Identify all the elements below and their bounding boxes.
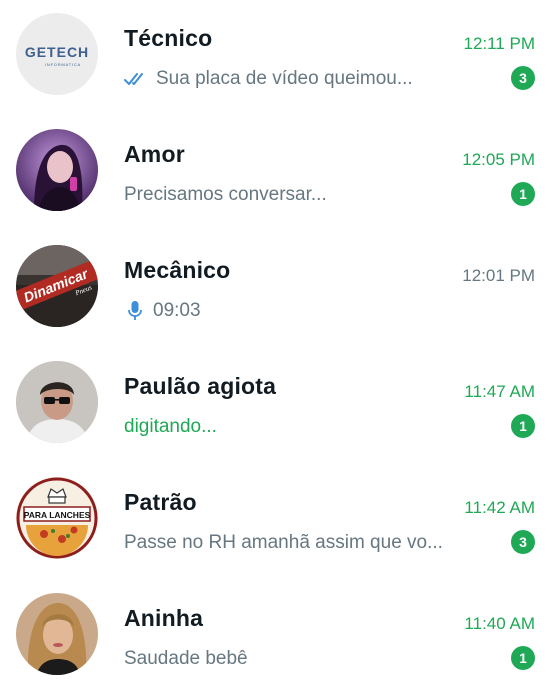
- avatar[interactable]: [16, 593, 98, 675]
- chat-row-aninha[interactable]: Aninha 11:40 AM Saudade bebê 1: [0, 580, 556, 696]
- unread-badge: 1: [511, 414, 535, 438]
- getech-logo: GETECH INFORMATICA: [16, 13, 98, 95]
- svg-text:PARA LANCHES: PARA LANCHES: [24, 510, 91, 520]
- chat-preview: Sua placa de vídeo queimou...: [156, 68, 413, 89]
- double-check-icon: [124, 73, 143, 85]
- chat-row-patrao[interactable]: PARA LANCHES Patrão 11:42 AM Passe no RH…: [0, 464, 556, 580]
- preview-line: Passe no RH amanhã assim que vo...: [124, 529, 496, 557]
- chat-row-amor[interactable]: Amor 12:05 PM Precisamos conversar... 1: [0, 116, 556, 232]
- preview-line: 09:03: [124, 297, 496, 325]
- avatar-photo: Dinamicar Pneus: [16, 245, 98, 327]
- chat-time: 11:40 AM: [464, 614, 535, 633]
- chat-time: 11:42 AM: [464, 498, 535, 517]
- unread-badge: 3: [511, 66, 535, 90]
- avatar[interactable]: GETECH INFORMATICA: [16, 13, 98, 95]
- avatar-photo: [16, 593, 98, 675]
- avatar[interactable]: [16, 361, 98, 443]
- para-lanches-logo: PARA LANCHES: [16, 477, 98, 559]
- preview-line: Sua placa de vídeo queimou...: [124, 65, 496, 93]
- chat-preview: Precisamos conversar...: [124, 184, 327, 205]
- chat-name: Aninha: [124, 605, 204, 631]
- chat-preview: 09:03: [153, 300, 201, 321]
- chat-list: GETECH INFORMATICA Técnico 12:11 PM Sua …: [0, 0, 556, 684]
- unread-badge: 3: [511, 530, 535, 554]
- chat-preview: Passe no RH amanhã assim que vo...: [124, 532, 443, 553]
- svg-text:GETECH: GETECH: [25, 44, 89, 60]
- avatar-photo: [16, 129, 98, 211]
- typing-indicator: digitando...: [124, 416, 217, 437]
- chat-row-tecnico[interactable]: GETECH INFORMATICA Técnico 12:11 PM Sua …: [0, 0, 556, 116]
- unread-badge: 1: [511, 182, 535, 206]
- avatar[interactable]: Dinamicar Pneus: [16, 245, 98, 327]
- chat-preview: Saudade bebê: [124, 648, 248, 669]
- chat-name: Amor: [124, 141, 185, 167]
- preview-line: Precisamos conversar...: [124, 181, 496, 209]
- chat-name: Paulão agiota: [124, 373, 277, 399]
- chat-name: Patrão: [124, 489, 197, 515]
- chat-time: 12:01 PM: [462, 266, 535, 285]
- chat-time: 12:11 PM: [463, 34, 535, 53]
- unread-badge: 1: [511, 646, 535, 670]
- preview-line: Saudade bebê: [124, 645, 496, 673]
- chat-name: Mecânico: [124, 257, 231, 283]
- chat-time: 12:05 PM: [462, 150, 535, 169]
- chat-name: Técnico: [124, 25, 213, 51]
- chat-row-mecanico[interactable]: Dinamicar Pneus Mecânico 12:01 PM 09:03: [0, 232, 556, 348]
- avatar[interactable]: PARA LANCHES: [16, 477, 98, 559]
- avatar[interactable]: [16, 129, 98, 211]
- avatar-photo: [16, 361, 98, 443]
- microphone-icon: [128, 301, 142, 320]
- chat-time: 11:47 AM: [464, 382, 535, 401]
- chat-row-paulao-agiota[interactable]: Paulão agiota 11:47 AM digitando... 1: [0, 348, 556, 464]
- preview-line: digitando...: [124, 413, 496, 441]
- svg-text:INFORMATICA: INFORMATICA: [45, 62, 81, 67]
